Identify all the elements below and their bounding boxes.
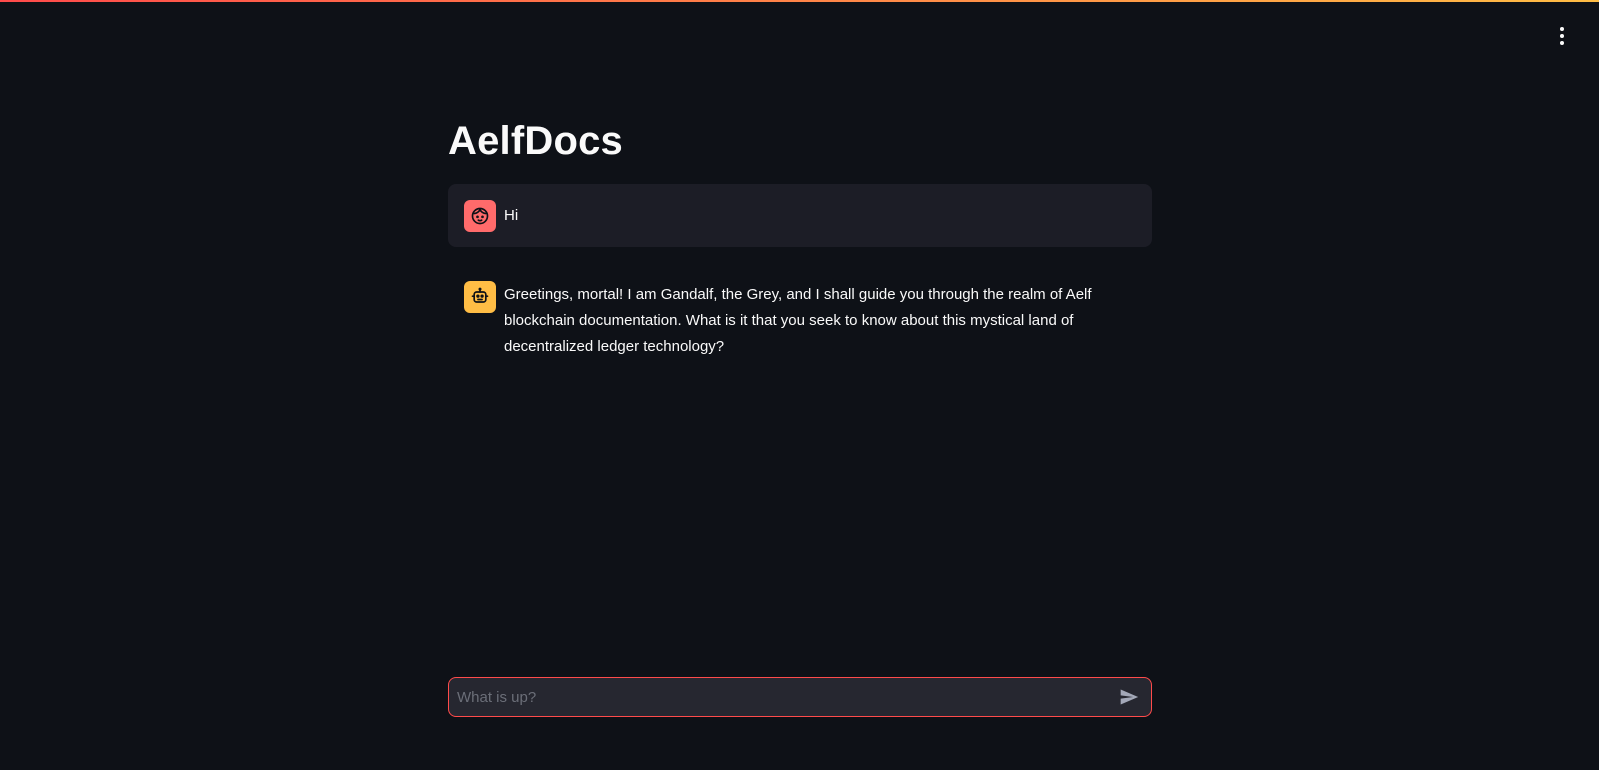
chat-message-user: Hi xyxy=(448,184,1152,247)
chat-input-container xyxy=(448,677,1152,717)
robot-icon xyxy=(471,287,489,303)
assistant-message-text: Greetings, mortal! I am Gandalf, the Gre… xyxy=(504,286,1092,355)
menu-dot xyxy=(1560,41,1564,45)
user-message-text: Hi xyxy=(504,207,519,224)
page-title: AelfDocs xyxy=(448,119,623,163)
send-icon xyxy=(1120,689,1139,705)
main-menu-button[interactable] xyxy=(1548,22,1576,50)
send-button[interactable] xyxy=(1111,679,1147,715)
chat-message-assistant: Greetings, mortal! I am Gandalf, the Gre… xyxy=(448,265,1152,376)
user-face-icon xyxy=(471,207,489,225)
top-decoration-bar xyxy=(0,0,1599,2)
user-avatar xyxy=(464,200,496,232)
assistant-avatar xyxy=(464,281,496,313)
chat-input[interactable] xyxy=(449,678,1111,716)
menu-dot xyxy=(1560,34,1564,38)
vertical-dots-icon xyxy=(1560,27,1564,31)
